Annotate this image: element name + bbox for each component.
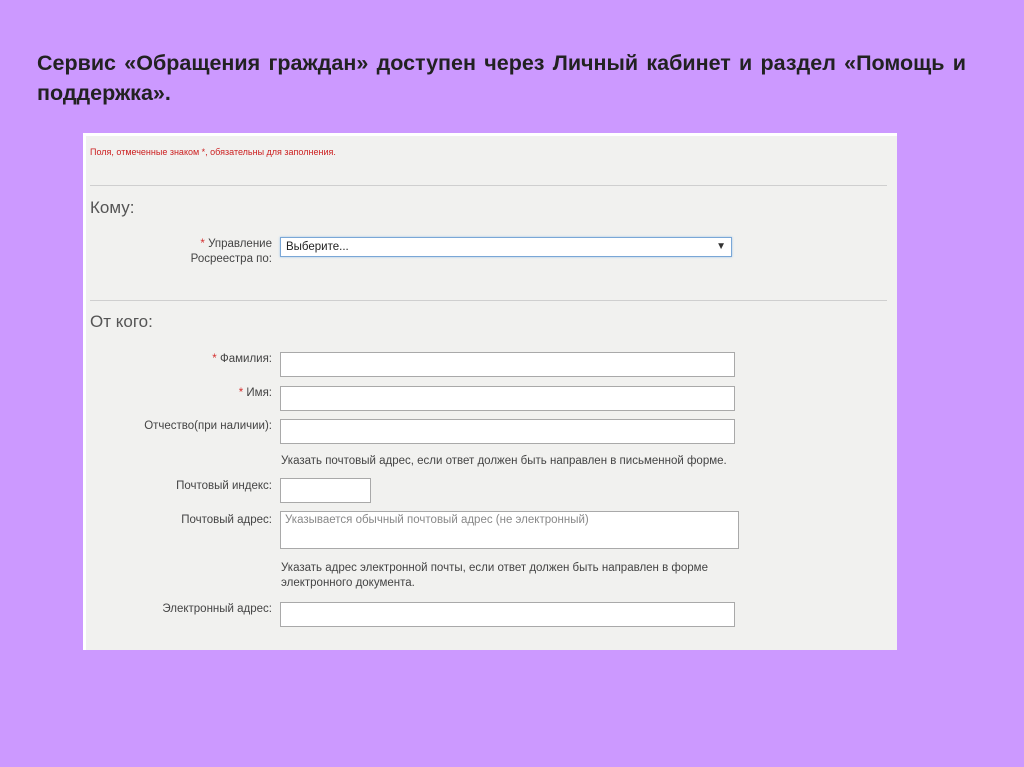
- email-hint-line1: Указать адрес электронной почты, если от…: [281, 562, 708, 574]
- last-name-label-text: Фамилия:: [219, 353, 272, 365]
- postal-hint: Указать почтовый адрес, если ответ долже…: [281, 455, 727, 467]
- email-input[interactable]: [280, 602, 735, 627]
- chevron-down-icon: ▼: [716, 241, 726, 252]
- last-name-label: * Фамилия:: [212, 352, 272, 367]
- required-mark: *: [200, 238, 205, 250]
- office-label-line2: Росреестра по:: [190, 253, 272, 265]
- divider: [90, 185, 887, 186]
- office-select[interactable]: Выберите... ▼: [280, 237, 732, 257]
- divider: [90, 300, 887, 301]
- section-title-to: Кому:: [90, 198, 135, 217]
- first-name-label-text: Имя:: [246, 387, 272, 399]
- postal-address-textarea[interactable]: [280, 511, 739, 549]
- slide-title: Сервис «Обращения граждан» доступен чере…: [37, 51, 966, 105]
- office-label-line1: Управление: [208, 238, 272, 250]
- email-label: Электронный адрес:: [162, 603, 272, 615]
- section-title-from: От кого:: [90, 312, 153, 331]
- required-mark: *: [238, 387, 244, 399]
- office-select-value: Выберите...: [286, 241, 349, 253]
- email-hint: Указать адрес электронной почты, если от…: [281, 561, 708, 591]
- required-fields-note: Поля, отмеченные знаком *, обязательны д…: [90, 147, 336, 157]
- patronymic-label: Отчество(при наличии):: [144, 420, 272, 432]
- required-mark: *: [212, 353, 217, 365]
- last-name-input[interactable]: [280, 352, 735, 377]
- postal-address-label: Почтовый адрес:: [181, 514, 272, 526]
- first-name-label: * Имя:: [239, 386, 272, 401]
- office-label: * Управление Росреестра по:: [191, 237, 272, 267]
- first-name-input[interactable]: [280, 386, 735, 411]
- appeal-form-screenshot: Поля, отмеченные знаком *, обязательны д…: [83, 133, 897, 650]
- postal-index-input[interactable]: [280, 478, 371, 503]
- email-hint-line2: электронного документа.: [281, 577, 415, 589]
- postal-index-label: Почтовый индекс:: [176, 480, 272, 492]
- patronymic-input[interactable]: [280, 419, 735, 444]
